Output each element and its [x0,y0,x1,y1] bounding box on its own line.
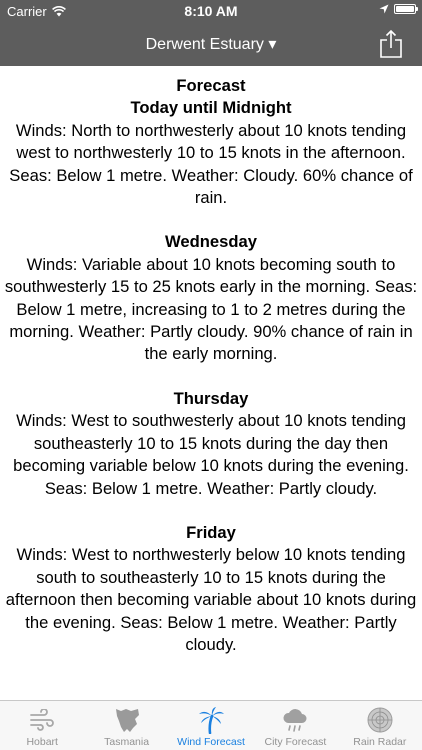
tab-label: Hobart [26,736,58,748]
day-forecast-friday: Friday Winds: West to northwesterly belo… [0,522,422,656]
tab-wind-forecast[interactable]: Wind Forecast [169,701,253,750]
day-text: Winds: West to southwesterly about 10 kn… [13,411,409,498]
cloud-rain-icon [283,709,307,732]
wind-icon [30,709,55,731]
day-title: Friday [186,522,236,542]
status-time: 8:10 AM [184,3,238,19]
battery-icon [394,4,418,14]
tab-city-forecast[interactable]: City Forecast [253,701,337,750]
forecast-content[interactable]: Forecast Today until Midnight Winds: Nor… [0,66,422,700]
tab-label: City Forecast [264,736,327,748]
day-forecast-thursday: Thursday Winds: West to southwesterly ab… [0,388,422,500]
radar-icon [367,707,393,733]
location-arrow-icon [379,4,389,14]
tab-label: Tasmania [104,736,150,748]
forecast-period: Today until Midnight [130,98,292,118]
today-forecast-text: Winds: North to northwesterly about 10 k… [9,120,413,208]
day-title: Wednesday [165,232,257,252]
tab-label: Wind Forecast [177,736,245,748]
day-title: Thursday [173,388,249,408]
location-selector[interactable]: Derwent Estuary ▾ [0,34,422,54]
tab-tasmania[interactable]: Tasmania [84,701,168,750]
day-text: Winds: West to northwesterly below 10 kn… [5,545,417,654]
status-bar: Carrier 8:10 AM [0,0,422,22]
tab-rain-radar[interactable]: Rain Radar [338,701,422,750]
status-right [379,4,418,14]
day-text: Winds: Variable about 10 knots becoming … [4,254,418,364]
tasmania-map-icon [115,709,139,732]
header: Carrier 8:10 AM Derwent Estuary ▾ [0,0,422,66]
tab-bar: Hobart Tasmania Wind Forecast City Forec… [0,700,422,750]
day-forecast-wednesday: Wednesday Winds: Variable about 10 knots… [0,231,422,365]
tab-hobart[interactable]: Hobart [0,701,84,750]
palm-tree-icon [199,707,225,734]
share-icon[interactable] [378,29,404,59]
forecast-heading: Forecast [176,76,246,95]
tab-label: Rain Radar [353,736,407,748]
